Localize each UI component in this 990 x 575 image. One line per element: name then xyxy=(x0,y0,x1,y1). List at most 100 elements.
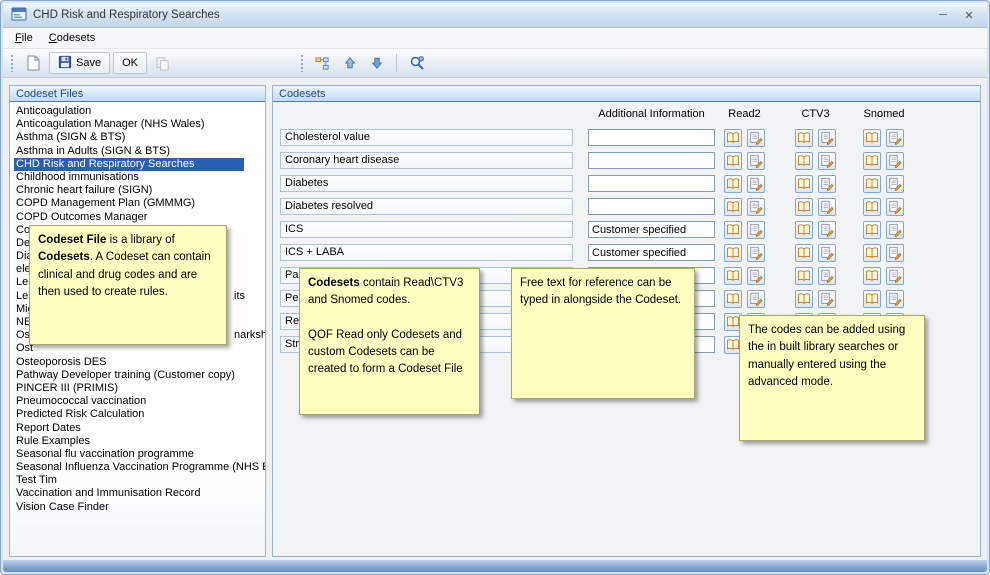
read2-library-book-icon[interactable] xyxy=(724,152,742,170)
ctv3-library-book-icon[interactable] xyxy=(795,290,813,308)
codeset-file-item[interactable]: COPD Management Plan (GMMMG) xyxy=(14,197,265,210)
ctv3-library-book-icon[interactable] xyxy=(795,129,813,147)
codeset-file-item[interactable]: Asthma in Adults (SIGN & BTS) xyxy=(14,145,265,158)
codeset-name-box[interactable]: Diabetes resolved xyxy=(280,198,573,215)
codeset-file-item[interactable]: Asthma (SIGN & BTS) xyxy=(14,131,265,144)
snomed-library-book-icon[interactable] xyxy=(863,129,881,147)
snomed-library-book-icon[interactable] xyxy=(863,244,881,262)
codeset-name-box[interactable]: Coronary heart disease xyxy=(280,152,573,169)
codeset-file-item[interactable]: Pneumococcal vaccination xyxy=(14,395,265,408)
codeset-file-item[interactable]: Anticoagulation xyxy=(14,105,265,118)
codeset-name-box[interactable]: ICS + LABA xyxy=(280,244,573,261)
read2-library-book-icon[interactable] xyxy=(724,244,742,262)
codeset-file-item[interactable]: Anticoagulation Manager (NHS Wales) xyxy=(14,118,265,131)
ok-button[interactable]: OK xyxy=(113,52,147,74)
snomed-advanced-edit-icon[interactable] xyxy=(886,221,904,239)
snomed-library-book-icon[interactable] xyxy=(863,198,881,216)
codeset-file-item[interactable]: PINCER III (PRIMIS) xyxy=(14,382,265,395)
additional-information-input[interactable] xyxy=(588,175,715,192)
ctv3-advanced-edit-icon[interactable] xyxy=(818,152,836,170)
close-button[interactable]: ✕ xyxy=(959,9,979,22)
read2-library-book-icon[interactable] xyxy=(724,221,742,239)
menu-file[interactable]: File xyxy=(7,30,41,46)
codeset-file-item[interactable]: Osteoporosis DES xyxy=(14,356,265,369)
snomed-icon-group xyxy=(863,175,904,193)
snomed-advanced-edit-icon[interactable] xyxy=(886,244,904,262)
ctv3-icon-group xyxy=(795,175,836,193)
ctv3-library-book-icon[interactable] xyxy=(795,221,813,239)
additional-information-input[interactable] xyxy=(588,244,715,261)
read2-advanced-edit-icon[interactable] xyxy=(747,267,765,285)
read2-library-book-icon[interactable] xyxy=(724,267,742,285)
read2-advanced-edit-icon[interactable] xyxy=(747,244,765,262)
codeset-row: Coronary heart disease xyxy=(273,149,980,172)
additional-information-input[interactable] xyxy=(588,221,715,238)
snomed-advanced-edit-icon[interactable] xyxy=(886,267,904,285)
snomed-library-book-icon[interactable] xyxy=(863,267,881,285)
codeset-file-item[interactable]: Seasonal Influenza Vaccination Programme… xyxy=(14,461,265,474)
codeset-file-item-label: Seasonal Influenza Vaccination Programme… xyxy=(16,461,265,473)
snomed-advanced-edit-icon[interactable] xyxy=(886,175,904,193)
copy-icon[interactable] xyxy=(150,52,175,74)
search-settings-icon[interactable] xyxy=(404,52,430,74)
move-down-icon[interactable] xyxy=(365,52,389,74)
ctv3-advanced-edit-icon[interactable] xyxy=(818,290,836,308)
snomed-library-book-icon[interactable] xyxy=(863,152,881,170)
new-document-icon[interactable] xyxy=(20,52,46,74)
snomed-library-book-icon[interactable] xyxy=(863,221,881,239)
codeset-name-box[interactable]: ICS xyxy=(280,221,573,238)
codeset-file-item[interactable]: Childhood immunisations xyxy=(14,171,265,184)
snomed-advanced-edit-icon[interactable] xyxy=(886,152,904,170)
snomed-advanced-edit-icon[interactable] xyxy=(886,198,904,216)
read2-advanced-edit-icon[interactable] xyxy=(747,198,765,216)
read2-advanced-edit-icon[interactable] xyxy=(747,290,765,308)
additional-information-header: Additional Information xyxy=(588,108,715,120)
codeset-name-box[interactable]: Diabetes xyxy=(280,175,573,192)
read2-icon-group xyxy=(724,221,765,239)
codeset-file-item[interactable]: COPD Outcomes Manager xyxy=(14,211,265,224)
minimize-button[interactable]: ─ xyxy=(933,9,953,21)
snomed-library-book-icon[interactable] xyxy=(863,175,881,193)
ctv3-advanced-edit-icon[interactable] xyxy=(818,175,836,193)
codeset-file-item[interactable]: Chronic heart failure (SIGN) xyxy=(14,184,265,197)
codeset-file-item[interactable]: Report Dates xyxy=(14,422,265,435)
snomed-advanced-edit-icon[interactable] xyxy=(886,129,904,147)
read2-advanced-edit-icon[interactable] xyxy=(747,221,765,239)
snomed-advanced-edit-icon[interactable] xyxy=(886,290,904,308)
snomed-library-book-icon[interactable] xyxy=(863,290,881,308)
codeset-file-item[interactable]: Rule Examples xyxy=(14,435,265,448)
ctv3-advanced-edit-icon[interactable] xyxy=(818,244,836,262)
codeset-file-item[interactable]: Pathway Developer training (Customer cop… xyxy=(14,369,265,382)
additional-information-input[interactable] xyxy=(588,198,715,215)
move-up-icon[interactable] xyxy=(338,52,362,74)
ctv3-library-book-icon[interactable] xyxy=(795,152,813,170)
codeset-file-item[interactable]: Predicted Risk Calculation xyxy=(14,408,265,421)
ctv3-advanced-edit-icon[interactable] xyxy=(818,221,836,239)
read2-icon-group xyxy=(724,290,765,308)
codeset-name-box[interactable]: Cholesterol value xyxy=(280,129,573,146)
read2-library-book-icon[interactable] xyxy=(724,198,742,216)
ctv3-advanced-edit-icon[interactable] xyxy=(818,198,836,216)
codeset-file-item[interactable]: Vision Case Finder xyxy=(14,501,265,514)
read2-library-book-icon[interactable] xyxy=(724,290,742,308)
read2-library-book-icon[interactable] xyxy=(724,129,742,147)
read2-advanced-edit-icon[interactable] xyxy=(747,129,765,147)
codeset-file-item[interactable]: Test Tim xyxy=(14,474,265,487)
additional-information-input[interactable] xyxy=(588,129,715,146)
read2-advanced-edit-icon[interactable] xyxy=(747,175,765,193)
codeset-file-item[interactable]: CHD Risk and Respiratory Searches xyxy=(14,158,244,171)
ctv3-advanced-edit-icon[interactable] xyxy=(818,129,836,147)
menu-codesets[interactable]: Codesets xyxy=(41,30,103,46)
hierarchy-icon[interactable] xyxy=(310,52,335,74)
codeset-file-item[interactable]: Seasonal flu vaccination programme xyxy=(14,448,265,461)
codeset-file-item[interactable]: Vaccination and Immunisation Record xyxy=(14,487,265,500)
ctv3-library-book-icon[interactable] xyxy=(795,244,813,262)
ctv3-library-book-icon[interactable] xyxy=(795,175,813,193)
ctv3-library-book-icon[interactable] xyxy=(795,198,813,216)
read2-advanced-edit-icon[interactable] xyxy=(747,152,765,170)
additional-information-input[interactable] xyxy=(588,152,715,169)
ctv3-advanced-edit-icon[interactable] xyxy=(818,267,836,285)
ctv3-library-book-icon[interactable] xyxy=(795,267,813,285)
save-button[interactable]: Save xyxy=(49,52,110,74)
read2-library-book-icon[interactable] xyxy=(724,175,742,193)
